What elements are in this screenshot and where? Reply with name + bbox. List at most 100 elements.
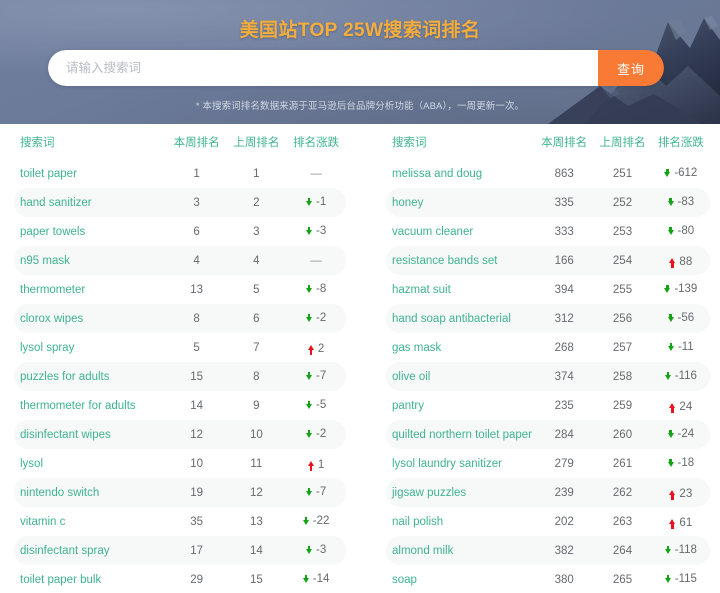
- table-row[interactable]: almond milk 382 264 -118: [386, 536, 710, 565]
- table-row[interactable]: pantry 235 259 24: [386, 391, 710, 420]
- rank-change-cell: 24: [652, 391, 710, 420]
- table-row[interactable]: gas mask 268 257 -11: [386, 333, 710, 362]
- search-term-link[interactable]: vitamin c: [14, 507, 167, 536]
- rank-change-value: -56: [677, 312, 695, 324]
- search-term-link[interactable]: jigsaw puzzles: [386, 478, 536, 507]
- arrow-down-icon: [305, 488, 312, 496]
- this-week-rank: 17: [166, 536, 227, 565]
- table-row[interactable]: nail polish 202 263 61: [386, 507, 710, 536]
- column-header-term[interactable]: 搜索词: [386, 124, 535, 159]
- table-row[interactable]: hazmat suit 394 255 -139: [386, 275, 710, 304]
- search-term-link[interactable]: clorox wipes: [14, 304, 167, 333]
- search-term-link[interactable]: toilet paper: [14, 159, 167, 188]
- this-week-rank: 35: [190, 515, 203, 528]
- table-row[interactable]: lysol spray 5 7 2: [14, 333, 346, 362]
- rank-change: 2: [307, 343, 324, 355]
- last-week-rank: 251: [612, 167, 633, 180]
- table-body-right: melissa and doug 863 251 -612 honey 335 252 -83…: [386, 159, 710, 593]
- table-row[interactable]: vacuum cleaner 333 253 -80: [386, 217, 710, 246]
- table-row[interactable]: lysol 10 11 1: [14, 449, 346, 478]
- search-term-link[interactable]: hazmat suit: [386, 275, 535, 304]
- last-week-rank: 262: [593, 478, 652, 507]
- table-row[interactable]: nintendo switch 19 12 -7: [14, 478, 346, 507]
- table-row[interactable]: vitamin c 35 13 -22: [14, 507, 346, 536]
- this-week-rank: 1: [193, 167, 200, 180]
- arrow-down-icon: [667, 198, 674, 206]
- search-term-link[interactable]: lysol: [14, 449, 167, 478]
- table-row[interactable]: paper towels 6 3 -3: [14, 217, 346, 246]
- column-header-this-week[interactable]: 本周排名: [535, 124, 593, 159]
- rank-change: -2: [305, 312, 326, 324]
- arrow-down-icon: [302, 575, 309, 583]
- table-row[interactable]: n95 mask 4 4—: [14, 246, 346, 275]
- table-row[interactable]: olive oil 374 258 -116: [386, 362, 710, 391]
- arrow-down-icon: [667, 343, 674, 351]
- search-term-link[interactable]: honey: [386, 188, 536, 217]
- search-term-link[interactable]: gas mask: [386, 333, 535, 362]
- table-row[interactable]: toilet paper 1 1 —: [14, 159, 346, 188]
- rank-change-value: -11: [677, 341, 694, 353]
- table-row[interactable]: thermometer for adults 14 9 -5: [14, 391, 346, 420]
- table-row[interactable]: hand sanitizer 3 2 -1: [14, 188, 346, 217]
- arrow-down-icon: [667, 459, 674, 467]
- search-term-link[interactable]: n95 mask: [14, 246, 167, 275]
- search-submit-button[interactable]: 查询: [598, 50, 664, 86]
- page-root: 美国站TOP 25W搜索词排名 查询 * 本搜索词排名数据来源于亚马逊后台品牌分…: [0, 0, 720, 593]
- search-term-link[interactable]: nail polish: [386, 507, 535, 536]
- search-term-link[interactable]: disinfectant wipes: [14, 420, 167, 449]
- table-row[interactable]: resistance bands set 166 254 88: [386, 246, 710, 275]
- rank-change: -139: [664, 283, 697, 295]
- last-week-rank: 1: [253, 167, 260, 180]
- search-term-link[interactable]: olive oil: [386, 362, 536, 391]
- search-term-link[interactable]: nintendo switch: [14, 478, 167, 507]
- column-header-change[interactable]: 排名涨跌: [652, 124, 710, 159]
- table-row[interactable]: disinfectant wipes 12 10 -2: [14, 420, 346, 449]
- table-row[interactable]: melissa and doug 863 251 -612: [386, 159, 710, 188]
- search-term-link[interactable]: pantry: [386, 391, 535, 420]
- search-term-link[interactable]: lysol laundry sanitizer: [386, 449, 535, 478]
- column-header-last-week[interactable]: 上周排名: [593, 124, 651, 159]
- search-term-link[interactable]: soap: [386, 565, 535, 593]
- search-term-link[interactable]: almond milk: [386, 536, 536, 565]
- last-week-rank: 9: [253, 399, 260, 412]
- search-term-link[interactable]: quilted northern toilet paper: [386, 420, 536, 449]
- arrow-down-icon: [305, 227, 312, 235]
- search-term-link[interactable]: disinfectant spray: [14, 536, 167, 565]
- search-term-link[interactable]: resistance bands set: [386, 246, 536, 275]
- column-header-change[interactable]: 排名涨跌: [286, 124, 346, 159]
- search-term-link[interactable]: melissa and doug: [386, 159, 535, 188]
- search-term-link[interactable]: vacuum cleaner: [386, 217, 535, 246]
- last-week-rank: 11: [250, 457, 263, 470]
- table-row[interactable]: clorox wipes 8 6 -2: [14, 304, 346, 333]
- table-row[interactable]: toilet paper bulk 29 15 -14: [14, 565, 346, 593]
- table-row[interactable]: soap 380 265 -115: [386, 565, 710, 593]
- no-change-dash: —: [310, 254, 322, 267]
- search-term-link[interactable]: thermometer for adults: [14, 391, 167, 420]
- table-row[interactable]: thermometer 13 5 -8: [14, 275, 346, 304]
- search-term-link[interactable]: paper towels: [14, 217, 167, 246]
- table-row[interactable]: honey 335 252 -83: [386, 188, 710, 217]
- rank-change: -83: [667, 196, 695, 208]
- arrow-down-icon: [667, 227, 674, 235]
- rank-change-value: -83: [677, 196, 695, 208]
- search-term-link[interactable]: hand sanitizer: [14, 188, 167, 217]
- rank-change-cell: -2: [286, 304, 346, 333]
- table-row[interactable]: jigsaw puzzles 239 262 23: [386, 478, 710, 507]
- search-term-link[interactable]: lysol spray: [14, 333, 167, 362]
- column-header-term[interactable]: 搜索词: [14, 124, 167, 159]
- search-term-link[interactable]: puzzles for adults: [14, 362, 167, 391]
- column-header-last-week[interactable]: 上周排名: [226, 124, 286, 159]
- search-term-link[interactable]: hand soap antibacterial: [386, 304, 536, 333]
- table-row[interactable]: disinfectant spray 17 14 -3: [14, 536, 346, 565]
- table-row[interactable]: lysol laundry sanitizer 279 261 -18: [386, 449, 710, 478]
- search-term-link[interactable]: thermometer: [14, 275, 167, 304]
- search-term-link[interactable]: toilet paper bulk: [14, 565, 167, 593]
- search-input[interactable]: [48, 50, 598, 86]
- rank-change-value: 24: [679, 400, 693, 413]
- column-header-this-week[interactable]: 本周排名: [167, 124, 227, 159]
- table-row[interactable]: quilted northern toilet paper 284 260 -24: [386, 420, 710, 449]
- last-week-rank: 264: [593, 536, 652, 565]
- table-row[interactable]: hand soap antibacterial 312 256 -56: [386, 304, 710, 333]
- table-row[interactable]: puzzles for adults 15 8 -7: [14, 362, 346, 391]
- rank-change: -116: [664, 370, 697, 382]
